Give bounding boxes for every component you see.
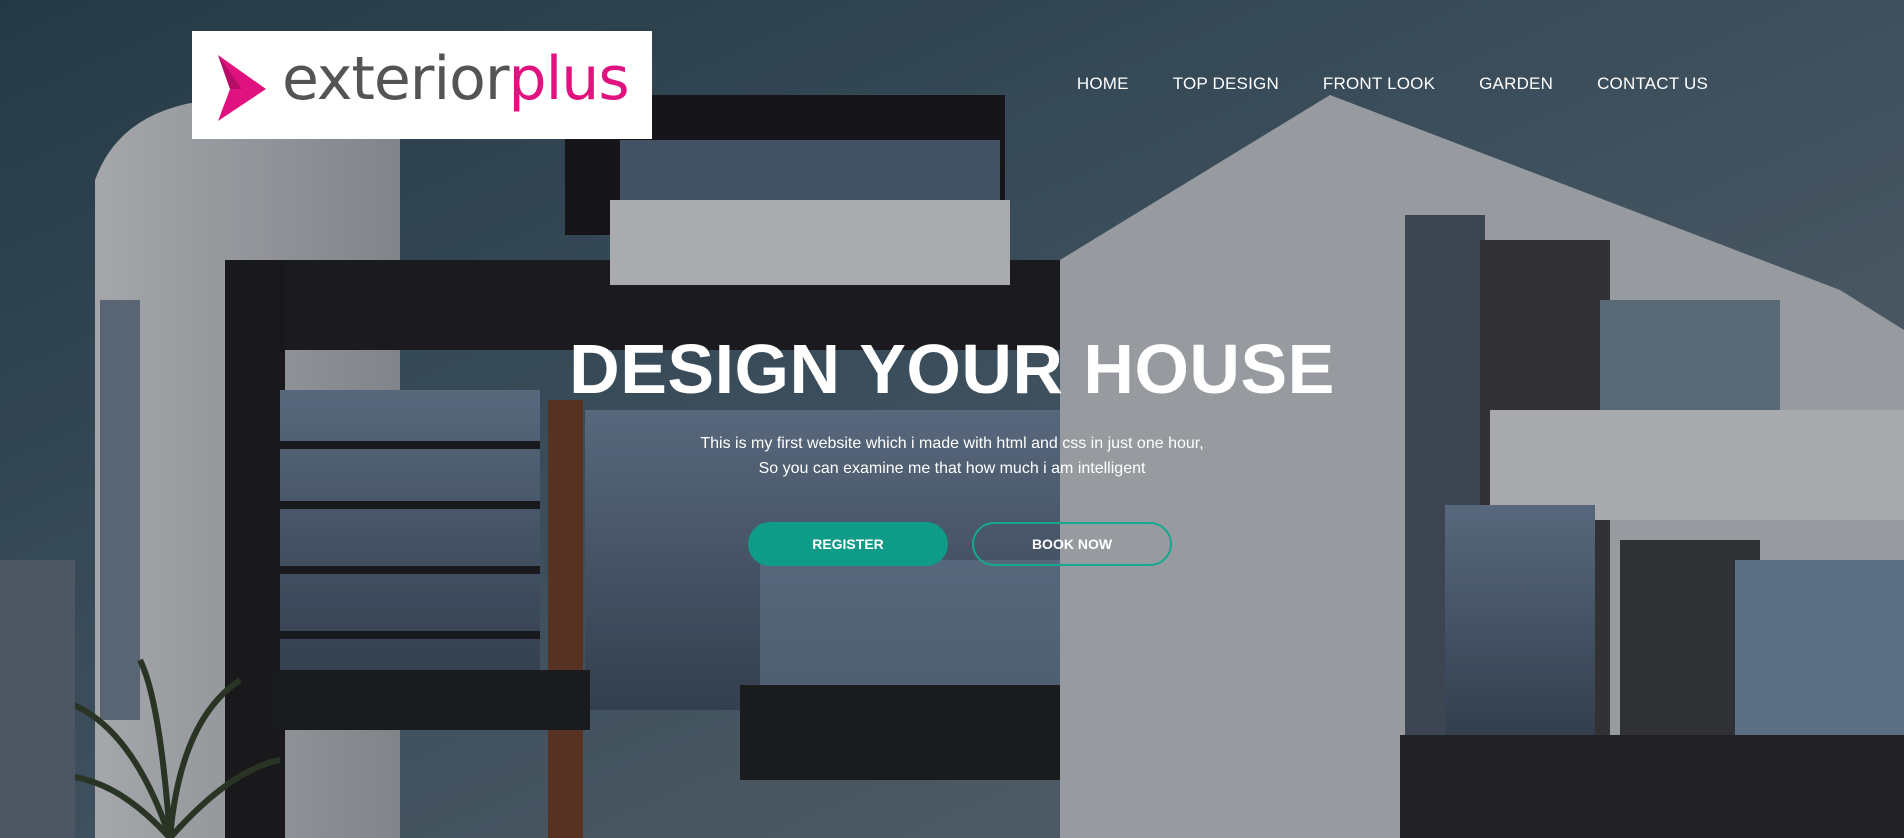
- nav-contact-us[interactable]: CONTACT US: [1597, 74, 1708, 94]
- hero-description-line-2: So you can examine me that how much i am…: [758, 460, 1146, 477]
- logo-wordmark: exteriorplus: [282, 43, 630, 115]
- nav-garden[interactable]: GARDEN: [1479, 74, 1553, 94]
- book-now-button[interactable]: BOOK NOW: [972, 522, 1172, 566]
- hero-title: DESIGN YOUR HOUSE: [569, 330, 1335, 408]
- hero-description-line-1: This is my first website which i made wi…: [700, 435, 1204, 452]
- play-triangle-logo-icon: [218, 55, 266, 121]
- register-button[interactable]: REGISTER: [748, 522, 948, 566]
- logo-text-plus: plus: [508, 44, 630, 114]
- nav-home[interactable]: HOME: [1077, 74, 1129, 94]
- hero-section: exteriorplus HOME TOP DESIGN FRONT LOOK …: [0, 0, 1904, 838]
- hero-description: This is my first website which i made wi…: [0, 431, 1904, 481]
- main-nav: HOME TOP DESIGN FRONT LOOK GARDEN CONTAC…: [1077, 74, 1708, 94]
- nav-top-design[interactable]: TOP DESIGN: [1173, 74, 1279, 94]
- logo-text-exterior: exterior: [282, 44, 510, 114]
- logo[interactable]: exteriorplus: [192, 31, 652, 139]
- nav-front-look[interactable]: FRONT LOOK: [1323, 74, 1435, 94]
